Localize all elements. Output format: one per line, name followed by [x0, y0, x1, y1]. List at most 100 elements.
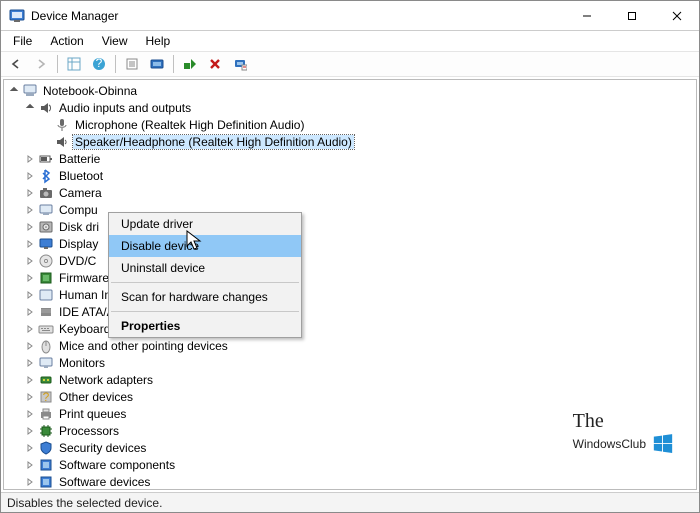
- titlebar: Device Manager: [1, 1, 699, 31]
- tree-item-microphone[interactable]: Microphone (Realtek High Definition Audi…: [4, 116, 696, 133]
- tree-label: Monitors: [57, 356, 107, 370]
- tree-category[interactable]: Camera: [4, 184, 696, 201]
- ctx-uninstall-device[interactable]: Uninstall device: [109, 257, 301, 279]
- toolbar-separator: [173, 55, 174, 73]
- caret-open-icon[interactable]: [24, 102, 36, 114]
- tree-category[interactable]: Mice and other pointing devices: [4, 337, 696, 354]
- tree-category[interactable]: Monitors: [4, 354, 696, 371]
- menu-help[interactable]: Help: [138, 32, 179, 50]
- tree-label: Security devices: [57, 441, 148, 455]
- svg-text:?: ?: [43, 390, 50, 404]
- caret-closed-icon[interactable]: [24, 204, 36, 216]
- tree-label: Notebook-Obinna: [41, 84, 139, 98]
- device-category-icon: [38, 287, 54, 303]
- device-category-icon: [38, 168, 54, 184]
- menu-action[interactable]: Action: [42, 32, 91, 50]
- device-category-icon: [38, 270, 54, 286]
- device-category-icon: [38, 236, 54, 252]
- caret-closed-icon[interactable]: [24, 170, 36, 182]
- menubar: File Action View Help: [1, 31, 699, 51]
- help-button[interactable]: ?: [88, 53, 110, 75]
- tree-label: Firmware: [57, 271, 111, 285]
- caret-closed-icon[interactable]: [24, 391, 36, 403]
- audio-icon: [38, 100, 54, 116]
- device-manager-window: Device Manager File Action View Help ?: [0, 0, 700, 513]
- tree-label: Microphone (Realtek High Definition Audi…: [73, 118, 306, 132]
- toolbar: ?: [1, 51, 699, 77]
- show-hide-console-tree-button[interactable]: [63, 53, 85, 75]
- device-category-icon: ?: [38, 389, 54, 405]
- device-tree[interactable]: Notebook-Obinna Audio inputs and outputs…: [3, 79, 697, 490]
- tree-category[interactable]: ? Other devices: [4, 388, 696, 405]
- minimize-button[interactable]: [564, 1, 609, 30]
- ctx-disable-device[interactable]: Disable device: [109, 235, 301, 257]
- tree-root[interactable]: Notebook-Obinna: [4, 82, 696, 99]
- device-category-icon: [38, 253, 54, 269]
- tree-category[interactable]: Security devices: [4, 439, 696, 456]
- tree-label: Audio inputs and outputs: [57, 101, 193, 115]
- tree-label: Mice and other pointing devices: [57, 339, 230, 353]
- caret-closed-icon[interactable]: [24, 374, 36, 386]
- device-category-icon: [38, 474, 54, 490]
- ctx-scan-hardware[interactable]: Scan for hardware changes: [109, 286, 301, 308]
- back-button[interactable]: [5, 53, 27, 75]
- caret-closed-icon[interactable]: [24, 408, 36, 420]
- caret-closed-icon[interactable]: [24, 272, 36, 284]
- tree-category[interactable]: Batterie: [4, 150, 696, 167]
- tree-category[interactable]: Software devices: [4, 473, 696, 490]
- tree-category[interactable]: Bluetoot: [4, 167, 696, 184]
- tree-category[interactable]: Software components: [4, 456, 696, 473]
- window-controls: [564, 1, 699, 30]
- uninstall-device-button[interactable]: [229, 53, 251, 75]
- device-category-icon: [38, 457, 54, 473]
- tree-label: Batterie: [57, 152, 102, 166]
- disable-device-button[interactable]: [204, 53, 226, 75]
- close-button[interactable]: [654, 1, 699, 30]
- caret-closed-icon[interactable]: [24, 442, 36, 454]
- device-category-icon: [38, 219, 54, 235]
- tree-label: Disk dri: [57, 220, 101, 234]
- caret-closed-icon[interactable]: [24, 221, 36, 233]
- caret-closed-icon[interactable]: [24, 357, 36, 369]
- computer-icon: [22, 83, 38, 99]
- tree-label: Camera: [57, 186, 104, 200]
- ctx-update-driver[interactable]: Update driver: [109, 213, 301, 235]
- tree-label: Bluetoot: [57, 169, 105, 183]
- menu-view[interactable]: View: [94, 32, 136, 50]
- caret-closed-icon[interactable]: [24, 425, 36, 437]
- properties-button[interactable]: [121, 53, 143, 75]
- device-category-icon: [38, 304, 54, 320]
- tree-category[interactable]: Processors: [4, 422, 696, 439]
- tree-label: DVD/C: [57, 254, 98, 268]
- ctx-properties[interactable]: Properties: [109, 315, 301, 337]
- caret-closed-icon[interactable]: [24, 187, 36, 199]
- caret-closed-icon[interactable]: [24, 476, 36, 488]
- tree-category[interactable]: Print queues: [4, 405, 696, 422]
- tree-label: Other devices: [57, 390, 135, 404]
- caret-closed-icon[interactable]: [24, 340, 36, 352]
- device-category-icon: [38, 338, 54, 354]
- maximize-button[interactable]: [609, 1, 654, 30]
- device-category-icon: [38, 321, 54, 337]
- caret-closed-icon[interactable]: [24, 255, 36, 267]
- caret-closed-icon[interactable]: [24, 459, 36, 471]
- caret-closed-icon[interactable]: [24, 289, 36, 301]
- ctx-separator: [111, 282, 299, 283]
- statusbar: Disables the selected device.: [1, 492, 699, 512]
- tree-item-speaker[interactable]: Speaker/Headphone (Realtek High Definiti…: [4, 133, 696, 150]
- menu-file[interactable]: File: [5, 32, 40, 50]
- tree-label: Software devices: [57, 475, 152, 489]
- caret-closed-icon[interactable]: [24, 306, 36, 318]
- enable-device-button[interactable]: [179, 53, 201, 75]
- tree-category-audio[interactable]: Audio inputs and outputs: [4, 99, 696, 116]
- tree-category[interactable]: Network adapters: [4, 371, 696, 388]
- device-category-icon: [38, 440, 54, 456]
- caret-closed-icon[interactable]: [24, 323, 36, 335]
- scan-hardware-button[interactable]: [146, 53, 168, 75]
- caret-closed-icon[interactable]: [24, 238, 36, 250]
- caret-open-icon[interactable]: [8, 85, 20, 97]
- caret-closed-icon[interactable]: [24, 153, 36, 165]
- forward-button[interactable]: [30, 53, 52, 75]
- device-category-icon: [38, 202, 54, 218]
- tree-label: Processors: [57, 424, 121, 438]
